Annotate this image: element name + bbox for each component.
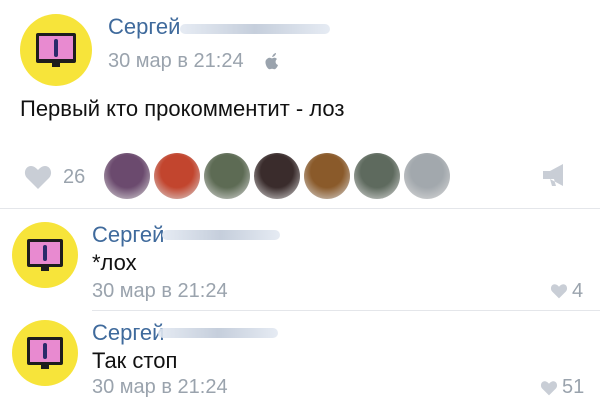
blurred-surname	[162, 230, 280, 240]
comment-author-name[interactable]: Сергей	[92, 320, 164, 346]
comment-text: *лох	[92, 250, 137, 275]
liker-avatar[interactable]	[154, 153, 200, 199]
heart-icon[interactable]	[24, 164, 52, 190]
liker-avatar[interactable]	[404, 153, 450, 199]
apple-icon	[265, 53, 278, 70]
blurred-surname	[158, 328, 278, 338]
divider	[0, 208, 600, 209]
blurred-surname	[180, 24, 330, 34]
comment-likes-count[interactable]: 4	[572, 280, 583, 303]
divider	[92, 310, 600, 311]
liker-avatar[interactable]	[104, 153, 150, 199]
post-author-name[interactable]: Сергей	[108, 14, 180, 40]
post-author-avatar[interactable]	[20, 14, 92, 86]
comment-author-avatar[interactable]	[12, 222, 78, 288]
post-time[interactable]: 30 мар в 21:24	[108, 50, 244, 73]
comment-time[interactable]: 30 мар в 21:24	[92, 376, 228, 399]
heart-icon[interactable]	[540, 380, 558, 396]
comment-author-avatar[interactable]	[12, 320, 78, 386]
post-likes-count[interactable]: 26	[63, 166, 85, 189]
share-icon[interactable]	[541, 162, 571, 188]
comment-author-name[interactable]: Сергей	[92, 222, 164, 248]
comment-text: Так стоп	[92, 348, 178, 373]
liker-avatar[interactable]	[304, 153, 350, 199]
liker-avatar[interactable]	[204, 153, 250, 199]
post-text: Первый кто прокомментит - лоз	[20, 96, 345, 121]
liker-avatar[interactable]	[354, 153, 400, 199]
liker-avatar[interactable]	[254, 153, 300, 199]
comment-time[interactable]: 30 мар в 21:24	[92, 280, 228, 303]
heart-icon[interactable]	[550, 283, 568, 299]
comment-likes-count[interactable]: 51	[562, 376, 584, 399]
